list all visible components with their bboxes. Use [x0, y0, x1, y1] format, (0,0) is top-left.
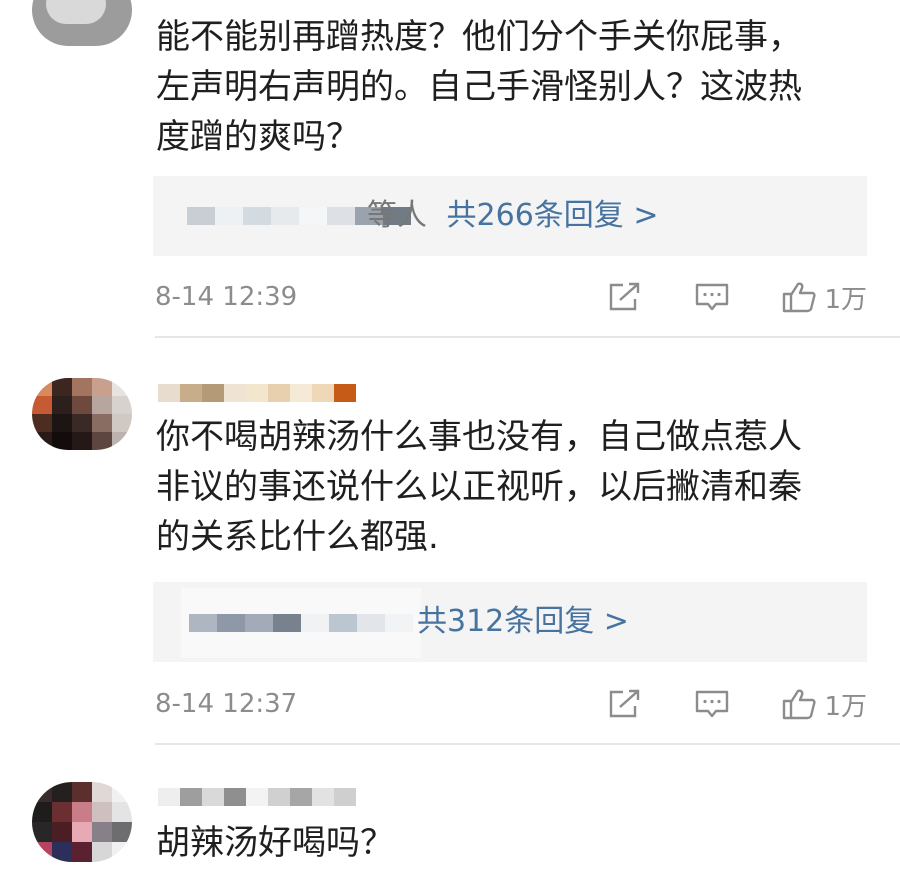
avatar[interactable]: [32, 378, 132, 450]
username-blurred[interactable]: [158, 784, 356, 810]
reply-summary[interactable]: 等人 共266条回复 >: [153, 176, 867, 256]
divider: [155, 336, 900, 338]
avatar[interactable]: [32, 782, 132, 862]
divider: [155, 743, 900, 745]
comment-text: 你不喝胡辣汤什么事也没有，自己做点惹人 非议的事还说什么以正视听，以后撇清和秦 …: [156, 417, 802, 557]
share-icon: [610, 689, 640, 718]
like-button[interactable]: 1万: [782, 686, 867, 723]
reply-names-partial: 等人: [367, 198, 427, 233]
thumbs-up-icon: [783, 689, 817, 720]
blurred-reply-names: [181, 588, 421, 658]
avatar[interactable]: [32, 0, 132, 46]
reply-tail: 共312条回复 >: [417, 582, 629, 662]
reply-summary[interactable]: 共312条回复 >: [153, 582, 867, 662]
share-button[interactable]: [608, 282, 642, 312]
reply-tail: 等人 共266条回复 >: [367, 176, 658, 256]
share-icon: [610, 282, 640, 311]
timestamp: 8-14 12:37: [155, 689, 298, 719]
share-button[interactable]: [608, 689, 642, 719]
comment-meta: 8-14 12:37 1万: [155, 684, 867, 724]
comment-text: 能不能别再蹭热度？他们分个手关你屁事， 左声明右声明的。自己手滑怪别人？这波热 …: [156, 17, 802, 157]
comment-meta: 8-14 12:39 1万: [155, 277, 867, 317]
thumbs-up-icon: [783, 282, 817, 313]
like-count: 1万: [824, 284, 867, 315]
comment-button[interactable]: [694, 282, 730, 312]
comment-text: 胡辣汤好喝吗？: [156, 823, 394, 863]
view-replies-link[interactable]: 共312条回复 >: [417, 604, 629, 639]
comment-actions: 1万: [556, 684, 867, 724]
timestamp: 8-14 12:39: [155, 282, 298, 312]
comment-button[interactable]: [694, 689, 730, 719]
comment-icon: [696, 690, 729, 718]
comment-icon: [696, 283, 729, 311]
view-replies-link[interactable]: 共266条回复 >: [447, 198, 659, 233]
like-count: 1万: [824, 691, 867, 722]
comment-actions: 1万: [556, 277, 867, 317]
username-blurred[interactable]: [158, 380, 356, 406]
like-button[interactable]: 1万: [782, 279, 867, 316]
